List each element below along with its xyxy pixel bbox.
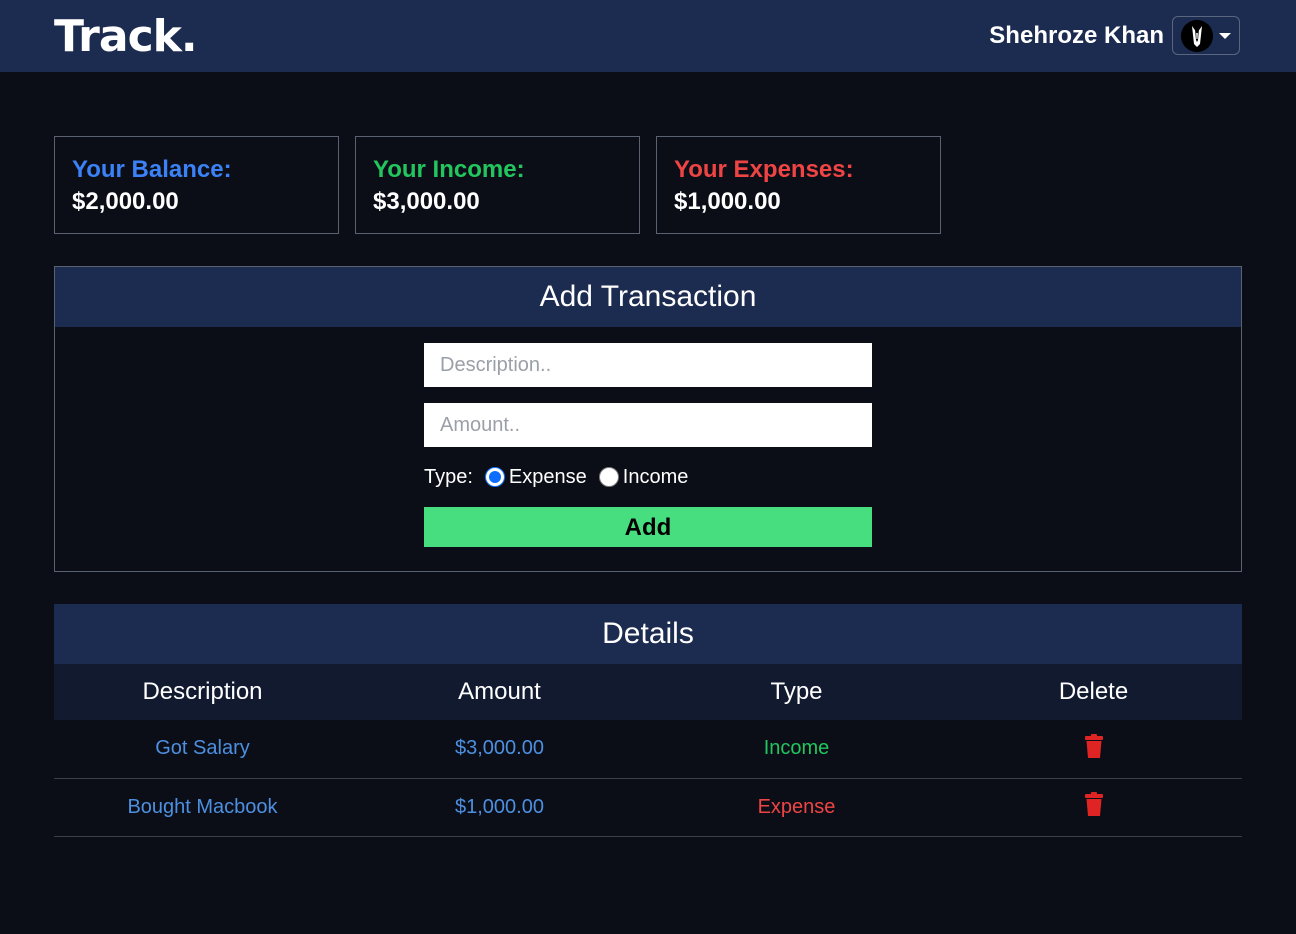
income-label: Your Income:	[373, 156, 525, 183]
column-header-description: Description	[142, 678, 263, 705]
column-header-delete: Delete	[1058, 678, 1129, 705]
expenses-label: Your Expenses:	[674, 156, 854, 183]
balance-label: Your Balance:	[72, 156, 232, 183]
income-value: $3,000.00	[373, 188, 480, 215]
expense-option-label[interactable]: Expense	[509, 463, 587, 491]
user-avatar-icon	[1181, 20, 1213, 52]
expense-radio[interactable]	[484, 467, 505, 487]
row-type: Expense	[757, 795, 836, 818]
row-description: Bought Macbook	[127, 795, 278, 818]
column-header-amount: Amount	[458, 678, 541, 705]
details-title: Details	[54, 604, 1242, 664]
amount-input[interactable]	[424, 403, 872, 447]
user-menu-button[interactable]	[1172, 16, 1240, 55]
row-description: Got Salary	[155, 737, 250, 760]
row-delete-cell	[945, 778, 1242, 836]
trash-icon[interactable]	[1084, 733, 1103, 764]
column-header-type: Type	[770, 678, 823, 705]
row-type: Income	[763, 737, 830, 760]
expenses-card: Your Expenses: $1,000.00	[656, 136, 941, 234]
row-amount: $3,000.00	[455, 737, 544, 760]
type-selector: Type: Expense Income	[424, 463, 688, 491]
income-radio[interactable]	[598, 467, 619, 487]
table-row: Got Salary $3,000.00 Income	[54, 720, 1242, 778]
row-amount: $1,000.00	[455, 795, 544, 818]
income-card: Your Income: $3,000.00	[355, 136, 640, 234]
trash-icon[interactable]	[1084, 792, 1103, 822]
add-transaction-panel: Add Transaction Type: Expense Income Add	[54, 266, 1242, 572]
add-transaction-title: Add Transaction	[55, 267, 1241, 327]
user-name: Shehroze Khan	[989, 22, 1164, 49]
add-button[interactable]: Add	[424, 507, 872, 547]
brand-logo[interactable]: Track.	[54, 10, 198, 64]
table-header-row: Description Amount Type Delete	[54, 664, 1242, 720]
details-panel: Details Description Amount Type Delete G…	[54, 604, 1242, 837]
caret-down-icon	[1219, 33, 1231, 39]
navbar: Track. Shehroze Khan	[0, 0, 1296, 72]
income-option-label[interactable]: Income	[623, 463, 689, 491]
balance-card: Your Balance: $2,000.00	[54, 136, 339, 234]
description-input[interactable]	[424, 343, 872, 387]
type-label: Type:	[424, 466, 473, 488]
balance-value: $2,000.00	[72, 188, 179, 215]
table-row: Bought Macbook $1,000.00 Expense	[54, 778, 1242, 836]
transactions-table: Description Amount Type Delete Got Salar…	[54, 664, 1242, 837]
expenses-value: $1,000.00	[674, 188, 781, 215]
row-delete-cell	[945, 720, 1242, 778]
